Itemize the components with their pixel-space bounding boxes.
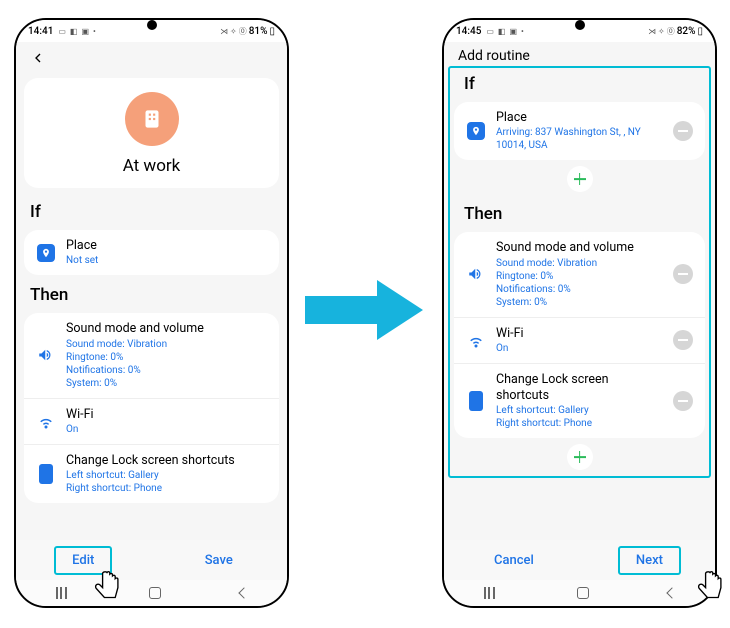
arrow-right-icon [305,280,425,340]
phone-icon [39,464,53,484]
location-icon [37,244,55,262]
save-button[interactable]: Save [189,548,249,573]
edit-button[interactable]: Edit [54,546,112,575]
sound-icon [36,346,56,364]
nav-back[interactable] [666,587,677,598]
lock-title: Change Lock screen shortcuts [496,372,663,405]
status-bar: 14:45 ▭ ◧ ▣ • ⋊ ✧ ⓪ 82% ▯ [444,20,715,42]
sound-row[interactable]: Sound mode and volume Sound mode: Vibrat… [454,232,705,316]
footer-actions: Cancel Next [444,540,715,580]
remove-icon[interactable] [673,121,693,141]
place-sub: Arriving: 837 Washington St, , NY 10014,… [496,126,663,152]
status-bar: 14:41 ▭ ◧ ▣ • ⋊ ✧ ⓪ 81% ▯ [16,20,287,42]
status-time: 14:45 [456,26,481,37]
if-label: If [450,68,709,98]
back-button[interactable] [16,42,287,70]
then-card: Sound mode and volume Sound mode: Vibrat… [454,232,705,438]
sound-row[interactable]: Sound mode and volume Sound mode: Vibrat… [24,313,279,397]
place-title: Place [496,110,663,126]
then-label: Then [16,279,287,309]
routine-title-card: At work [24,78,279,188]
screen: Add routine If Place Arriving: 837 Washi… [444,42,715,580]
status-time: 14:41 [28,26,53,37]
add-if-button[interactable] [567,166,593,192]
nav-recents[interactable] [56,587,70,599]
status-notif-icons: ▭ ◧ ▣ • [486,27,524,36]
lock-title: Change Lock screen shortcuts [66,453,267,469]
nav-home[interactable] [577,587,589,599]
wifi-title: Wi-Fi [496,326,663,342]
header-title: Add routine [444,42,715,66]
status-battery: 81% [249,26,268,37]
remove-icon[interactable] [673,330,693,350]
nav-bar [444,580,715,606]
place-title: Place [66,238,267,254]
place-sub: Not set [66,254,267,267]
wifi-icon [466,331,486,349]
sound-icon [466,265,486,283]
screen: At work If Place Not set Then Sound mode… [16,42,287,580]
then-label: Then [450,198,709,228]
lock-row[interactable]: Change Lock screen shortcuts Left shortc… [454,363,705,439]
wifi-icon [36,412,56,430]
if-label: If [16,196,287,226]
content-highlighted: If Place Arriving: 837 Washington St, , … [448,66,711,478]
if-card[interactable]: Place Arriving: 837 Washington St, , NY … [454,102,705,160]
footer-actions: Edit Save [16,540,287,580]
sound-title: Sound mode and volume [66,321,267,337]
building-icon [125,92,179,146]
nav-bar [16,580,287,606]
if-card[interactable]: Place Not set [24,230,279,275]
phone-right: 14:45 ▭ ◧ ▣ • ⋊ ✧ ⓪ 82% ▯ Add routine If… [442,18,717,608]
wifi-title: Wi-Fi [66,407,267,423]
nav-recents[interactable] [484,587,498,599]
phone-left: 14:41 ▭ ◧ ▣ • ⋊ ✧ ⓪ 81% ▯ At work If Pla… [14,18,289,608]
cancel-button[interactable]: Cancel [478,548,550,573]
add-then-button[interactable] [567,444,593,470]
nav-home[interactable] [149,587,161,599]
remove-icon[interactable] [673,391,693,411]
phone-icon [469,391,483,411]
wifi-row[interactable]: Wi-Fi On [454,317,705,363]
status-battery: 82% [677,26,696,37]
sound-title: Sound mode and volume [496,240,663,256]
routine-title: At work [24,156,279,176]
wifi-row[interactable]: Wi-Fi On [24,398,279,444]
battery-icon: ▯ [697,26,703,37]
status-notif-icons: ▭ ◧ ▣ • [58,27,96,36]
then-card: Sound mode and volume Sound mode: Vibrat… [24,313,279,503]
status-sys-icons: ⋊ ✧ ⓪ [220,26,247,37]
status-sys-icons: ⋊ ✧ ⓪ [648,26,675,37]
lock-row[interactable]: Change Lock screen shortcuts Left shortc… [24,444,279,503]
remove-icon[interactable] [673,264,693,284]
location-icon [467,122,485,140]
next-button[interactable]: Next [618,546,681,575]
nav-back[interactable] [238,587,249,598]
battery-icon: ▯ [269,26,275,37]
